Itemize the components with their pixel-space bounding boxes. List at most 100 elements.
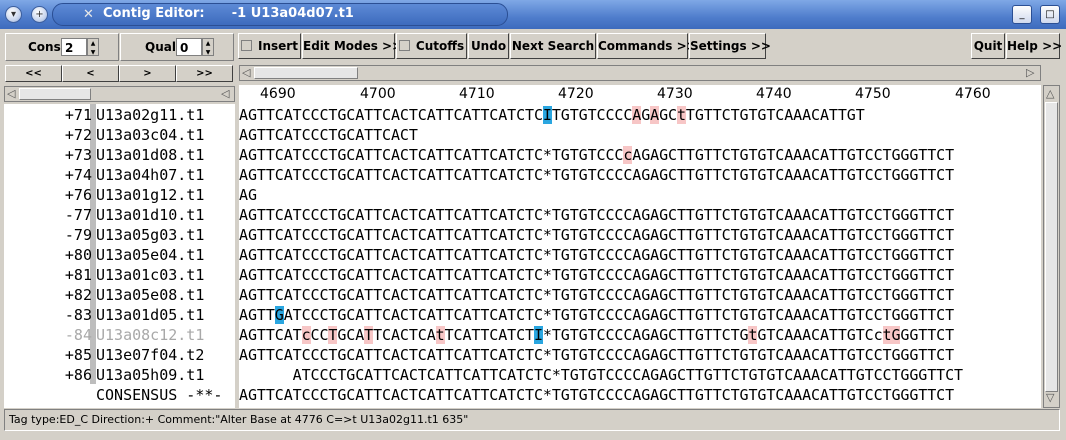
read-name[interactable]: U13a01d05.t1 — [96, 305, 204, 325]
sequence-row[interactable]: AGTTCATCCCTGCATTCACTCATTCATTCATCTC*TGTGT… — [239, 205, 954, 225]
cons-input[interactable]: 2 — [61, 38, 87, 56]
read-name[interactable]: U13a05h09.t1 — [96, 365, 204, 385]
nav-next-button[interactable]: > — [119, 65, 176, 82]
sequence-row[interactable]: AGTTCATCCCTGCATTCACTCATTCATTCATCTC*TGTGT… — [239, 385, 954, 405]
read-name[interactable]: U13a05e04.t1 — [96, 245, 204, 265]
sequence-row[interactable]: ATCCCTGCATTCACTCATTCATTCATCTC*TGTGTCCCCA… — [239, 365, 963, 385]
read-name[interactable]: U13a01d08.t1 — [96, 145, 204, 165]
read-name[interactable]: U13a01d10.t1 — [96, 205, 204, 225]
toolbar: Cons 2 ▲ ▼ Qual 0 ▲ ▼ Insert Edit Modes >>… — [0, 30, 1066, 64]
names-scroll-right-icon[interactable]: ◁ — [221, 87, 229, 100]
read-name[interactable]: U13a05g03.t1 — [96, 225, 204, 245]
read-number: +85 — [64, 346, 92, 364]
scroll-down-icon[interactable]: ▽ — [1046, 391, 1054, 404]
position-ruler: 4690 4700 4710 4720 4730 4740 4750 4760 — [239, 85, 1041, 104]
window-title: Contig Editor: -1 U13a04d07.t1 — [103, 6, 354, 21]
sequence-hscroll-thumb[interactable] — [254, 67, 358, 79]
window-menu-icon[interactable]: ▾ — [5, 6, 22, 23]
read-name[interactable]: U13a08c12.t1 — [96, 325, 204, 345]
read-number: -84 — [64, 326, 92, 344]
read-number: +73 — [64, 146, 92, 164]
read-name-row[interactable]: CONSENSUS -**- — [4, 385, 235, 405]
app-icon: ✕ — [83, 7, 94, 22]
insert-label: Insert — [258, 39, 298, 53]
insert-checkbox-icon[interactable] — [241, 40, 253, 51]
read-name[interactable]: U13a03c04.t1 — [96, 125, 204, 145]
sequence-panel[interactable]: AGTTCATCCCTGCATTCACTCATTCATTCATCTCITGTGT… — [239, 104, 1041, 408]
read-name-row[interactable]: -79 U13a05g03.t1 — [4, 225, 235, 245]
sequence-row[interactable]: AGTTCATCCCTGCATTCACTCATTCATTCATCTC*TGTGT… — [239, 225, 954, 245]
title-bar: ▾ + ✕ Contig Editor: -1 U13a04d07.t1 _ □ — [0, 0, 1066, 29]
read-name-row[interactable]: +82 U13a05e08.t1 — [4, 285, 235, 305]
read-name-row[interactable]: +80 U13a05e04.t1 — [4, 245, 235, 265]
quit-button[interactable]: Quit — [971, 33, 1005, 59]
sequence-row[interactable]: AGTTCATCCCTGCATTCACTCATTCATTCATCTC*TGTGT… — [239, 245, 954, 265]
read-name-row[interactable]: -77 U13a01d10.t1 — [4, 205, 235, 225]
read-name[interactable]: CONSENSUS -**- — [96, 385, 222, 405]
title-pill: ✕ Contig Editor: -1 U13a04d07.t1 — [52, 3, 508, 26]
ruler-tick: 4730 — [657, 86, 693, 102]
scroll-left-icon[interactable]: ◁ — [242, 66, 250, 79]
cutoffs-toggle[interactable]: Cutoffs — [396, 33, 467, 59]
read-number: +80 — [64, 246, 92, 264]
sequence-row[interactable]: AGTTCATCCCTGCATTCACTCATTCATTCATCTCITGTGT… — [239, 105, 865, 125]
nav-first-button[interactable]: << — [5, 65, 62, 82]
sequence-row[interactable]: AG — [239, 185, 257, 205]
maximize-icon[interactable]: □ — [1040, 5, 1060, 24]
read-name[interactable]: U13e07f04.t2 — [96, 345, 204, 365]
read-name-row[interactable]: +74 U13a04h07.t1 — [4, 165, 235, 185]
sequence-vscroll-thumb[interactable] — [1045, 102, 1058, 392]
sequence-row[interactable]: AGTTCATCCCTGCATTCACTCATTCATTCATCTC*TGTGT… — [239, 165, 954, 185]
names-hscroll-thumb[interactable] — [19, 88, 91, 100]
sequence-row[interactable]: AGTTCATCCCTGCATTCACTCATTCATTCATCTC*TGTGT… — [239, 145, 954, 165]
settings-button[interactable]: Settings >> — [689, 33, 771, 59]
read-name[interactable]: U13a04h07.t1 — [96, 165, 204, 185]
read-name-row[interactable]: +85 U13e07f04.t2 — [4, 345, 235, 365]
read-name[interactable]: U13a05e08.t1 — [96, 285, 204, 305]
scroll-right-icon[interactable]: ▷ — [1026, 66, 1034, 79]
read-name-row[interactable]: +73 U13a01d08.t1 — [4, 145, 235, 165]
scroll-up-icon[interactable]: △ — [1046, 87, 1054, 100]
sequence-hscrollbar[interactable]: ◁ ▷ — [239, 65, 1041, 81]
minimize-icon[interactable]: _ — [1012, 5, 1032, 24]
read-name-row[interactable]: +81 U13a01c03.t1 — [4, 265, 235, 285]
read-name-row[interactable]: -83 U13a01d05.t1 — [4, 305, 235, 325]
window-add-icon[interactable]: + — [31, 6, 48, 23]
qual-stepper-icon[interactable]: ▲ ▼ — [202, 38, 214, 56]
commands-button[interactable]: Commands >> — [597, 33, 697, 59]
sequence-row[interactable]: AGTTGATCCCTGCATTCACTCATTCATTCATCTC*TGTGT… — [239, 305, 954, 325]
help-button[interactable]: Help >> — [1006, 33, 1062, 59]
qual-input[interactable]: 0 — [176, 38, 202, 56]
sequence-row[interactable]: AGTTCATcCCTGCATTCACTCAtTCATTCATCTI*TGTGT… — [239, 325, 954, 345]
sequence-row[interactable]: AGTTCATCCCTGCATTCACTCATTCATTCATCTC*TGTGT… — [239, 345, 954, 365]
cutoffs-checkbox-icon[interactable] — [398, 40, 410, 51]
sequence-row[interactable]: AGTTCATCCCTGCATTCACTCATTCATTCATCTC*TGTGT… — [239, 285, 954, 305]
read-name-row[interactable]: -84 U13a08c12.t1 — [4, 325, 235, 345]
read-number: +72 — [64, 126, 92, 144]
cons-stepper-icon[interactable]: ▲ ▼ — [87, 38, 99, 56]
read-name[interactable]: U13a01c03.t1 — [96, 265, 204, 285]
ruler-tick: 4760 — [955, 86, 991, 102]
read-name-row[interactable]: +72 U13a03c04.t1 — [4, 125, 235, 145]
names-hscrollbar[interactable]: ◁ ◁ — [4, 86, 235, 102]
ruler-tick: 4690 — [260, 86, 296, 102]
read-name[interactable]: U13a01g12.t1 — [96, 185, 204, 205]
ruler-tick: 4750 — [855, 86, 891, 102]
edit-modes-button[interactable]: Edit Modes >> — [302, 33, 402, 59]
insert-toggle[interactable]: Insert — [238, 33, 301, 59]
read-name-row[interactable]: +71 U13a02g11.t1 — [4, 105, 235, 125]
ruler-tick: 4720 — [558, 86, 594, 102]
sequence-row[interactable]: AGTTCATCCCTGCATTCACT — [239, 125, 418, 145]
next-search-button[interactable]: Next Search — [510, 33, 596, 59]
cutoffs-label: Cutoffs — [415, 39, 465, 53]
undo-button[interactable]: Undo — [468, 33, 509, 59]
sequence-row[interactable]: AGTTCATCCCTGCATTCACTCATTCATTCATCTC*TGTGT… — [239, 265, 954, 285]
qual-label: Qual — [145, 40, 176, 54]
read-name-row[interactable]: +76 U13a01g12.t1 — [4, 185, 235, 205]
nav-last-button[interactable]: >> — [176, 65, 233, 82]
nav-prev-button[interactable]: < — [62, 65, 119, 82]
read-name-row[interactable]: +86 U13a05h09.t1 — [4, 365, 235, 385]
sequence-vscrollbar[interactable]: △ ▽ — [1043, 85, 1060, 408]
read-name[interactable]: U13a02g11.t1 — [96, 105, 204, 125]
names-scroll-left-icon[interactable]: ◁ — [7, 87, 15, 100]
